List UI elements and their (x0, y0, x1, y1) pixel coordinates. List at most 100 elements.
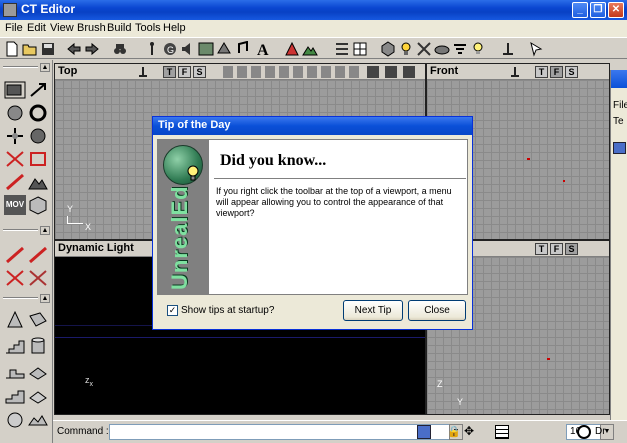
grid-icon[interactable] (352, 41, 368, 57)
browser-panel: File Te (610, 70, 627, 443)
panel-icon[interactable] (613, 142, 626, 154)
menu-help[interactable]: Help (160, 21, 189, 35)
close-dialog-button[interactable]: Close (408, 300, 466, 321)
music-icon[interactable] (234, 41, 250, 57)
palette-separator: ▲ (3, 294, 50, 303)
subtract-brush-icon[interactable] (27, 245, 49, 265)
deintersect-icon[interactable] (27, 268, 49, 288)
show-tips-checkbox[interactable]: ✓ (167, 305, 178, 316)
terrain-edit-icon[interactable] (27, 172, 49, 192)
view-side-toggle[interactable]: S (193, 66, 206, 78)
crosshair-icon[interactable]: ✥ (464, 424, 474, 438)
light-icon[interactable] (398, 41, 414, 57)
axis-label: Y (67, 204, 74, 214)
pointer-icon[interactable] (528, 41, 544, 57)
pin-icon[interactable] (137, 66, 149, 78)
title-bar: CT Editor _ ❐ ✕ (0, 0, 627, 20)
vertex-edit-icon[interactable] (27, 80, 49, 100)
mov-button[interactable]: MOV (4, 195, 26, 215)
actor-marker[interactable] (547, 358, 550, 360)
sound-icon[interactable] (180, 41, 196, 57)
view-top-toggle[interactable]: T (535, 66, 548, 78)
view-top-toggle[interactable]: T (163, 66, 176, 78)
viewport-option-icons[interactable] (367, 66, 417, 78)
curved-stairs-icon[interactable] (27, 362, 49, 382)
group-icon[interactable]: G (162, 41, 178, 57)
back-icon[interactable] (66, 41, 82, 57)
add-brush-icon[interactable] (4, 245, 26, 265)
tool-palette: ▲ MOV ▲ ▲ (0, 60, 53, 443)
save-icon[interactable] (40, 41, 56, 57)
view-top-toggle[interactable]: T (535, 243, 548, 255)
binoculars-icon[interactable] (112, 41, 128, 57)
lock-icon[interactable]: 🔒 (447, 425, 461, 438)
player-start-icon[interactable] (500, 41, 516, 57)
render-mode-icons[interactable] (223, 66, 363, 78)
app-icon[interactable] (3, 3, 17, 17)
forward-icon[interactable] (84, 41, 100, 57)
view-front-toggle[interactable]: F (178, 66, 191, 78)
intersect-icon[interactable] (4, 268, 26, 288)
font-icon[interactable]: A (256, 41, 272, 57)
bulb-icon[interactable] (470, 41, 486, 57)
new-icon[interactable] (4, 41, 20, 57)
sheet-icon[interactable] (27, 310, 49, 330)
menu-tools[interactable]: Tools (132, 21, 164, 35)
axis-label: Y (457, 397, 464, 407)
show-tips-label: Show tips at startup? (181, 305, 275, 316)
list-icon[interactable] (334, 41, 350, 57)
terrain-icon[interactable] (302, 41, 318, 57)
triangle-icon[interactable] (284, 41, 300, 57)
filter-icon[interactable] (452, 41, 468, 57)
path-icon[interactable] (416, 41, 432, 57)
texture-icon[interactable] (198, 41, 214, 57)
build-icon[interactable] (380, 41, 396, 57)
face-drag-icon[interactable] (27, 126, 49, 146)
menu-edit[interactable]: Edit (24, 21, 49, 35)
maximize-button[interactable]: ❐ (590, 2, 606, 18)
view-side-toggle[interactable]: S (565, 243, 578, 255)
pin-icon[interactable] (509, 66, 521, 78)
close-button[interactable]: ✕ (608, 2, 624, 18)
log-icon[interactable] (417, 425, 431, 439)
rotate-snap-icon[interactable] (577, 425, 591, 439)
sphere-icon[interactable] (4, 410, 26, 430)
view-front-toggle[interactable]: F (550, 66, 563, 78)
cylinder-icon[interactable] (27, 336, 49, 356)
stretch-icon[interactable] (27, 149, 49, 169)
menu-file[interactable]: File (2, 21, 26, 35)
cone-icon[interactable] (4, 310, 26, 330)
dialog-title: Tip of the Day (158, 119, 231, 131)
stair-up-icon[interactable] (4, 386, 26, 406)
menu-build[interactable]: Build (104, 21, 134, 35)
command-input[interactable] (109, 424, 463, 440)
spiral-stairs-icon[interactable] (4, 362, 26, 382)
next-tip-button[interactable]: Next Tip (343, 300, 403, 321)
rotate-icon[interactable] (27, 103, 49, 123)
open-icon[interactable] (22, 41, 38, 57)
texture-pan-icon[interactable] (4, 172, 26, 192)
scale-icon[interactable] (4, 126, 26, 146)
actor-marker[interactable] (527, 158, 530, 160)
menu-view[interactable]: View (47, 21, 77, 35)
actor-marker[interactable] (563, 180, 565, 182)
shear-icon[interactable] (4, 149, 26, 169)
volume-icon[interactable] (27, 386, 49, 406)
view-side-toggle[interactable]: S (565, 66, 578, 78)
terrain-brush-icon[interactable] (27, 410, 49, 430)
actor-icon[interactable] (144, 41, 160, 57)
camera-move-icon[interactable] (4, 80, 26, 100)
panel-menu-file[interactable]: File (613, 100, 627, 111)
mesh-icon[interactable] (216, 41, 232, 57)
minimize-button[interactable]: _ (572, 2, 588, 18)
view-front-toggle[interactable]: F (550, 243, 563, 255)
brush-clip-icon[interactable] (4, 103, 26, 123)
stairs-icon[interactable] (4, 336, 26, 356)
palette-separator: ▲ (3, 63, 50, 72)
cube-icon[interactable] (27, 195, 49, 215)
axis-gizmo-icon (67, 216, 83, 224)
lightbulb-icon (186, 165, 200, 181)
grid-toggle-icon[interactable] (495, 425, 509, 439)
cloud-icon[interactable] (434, 41, 450, 57)
panel-tab[interactable]: Te (613, 116, 624, 127)
